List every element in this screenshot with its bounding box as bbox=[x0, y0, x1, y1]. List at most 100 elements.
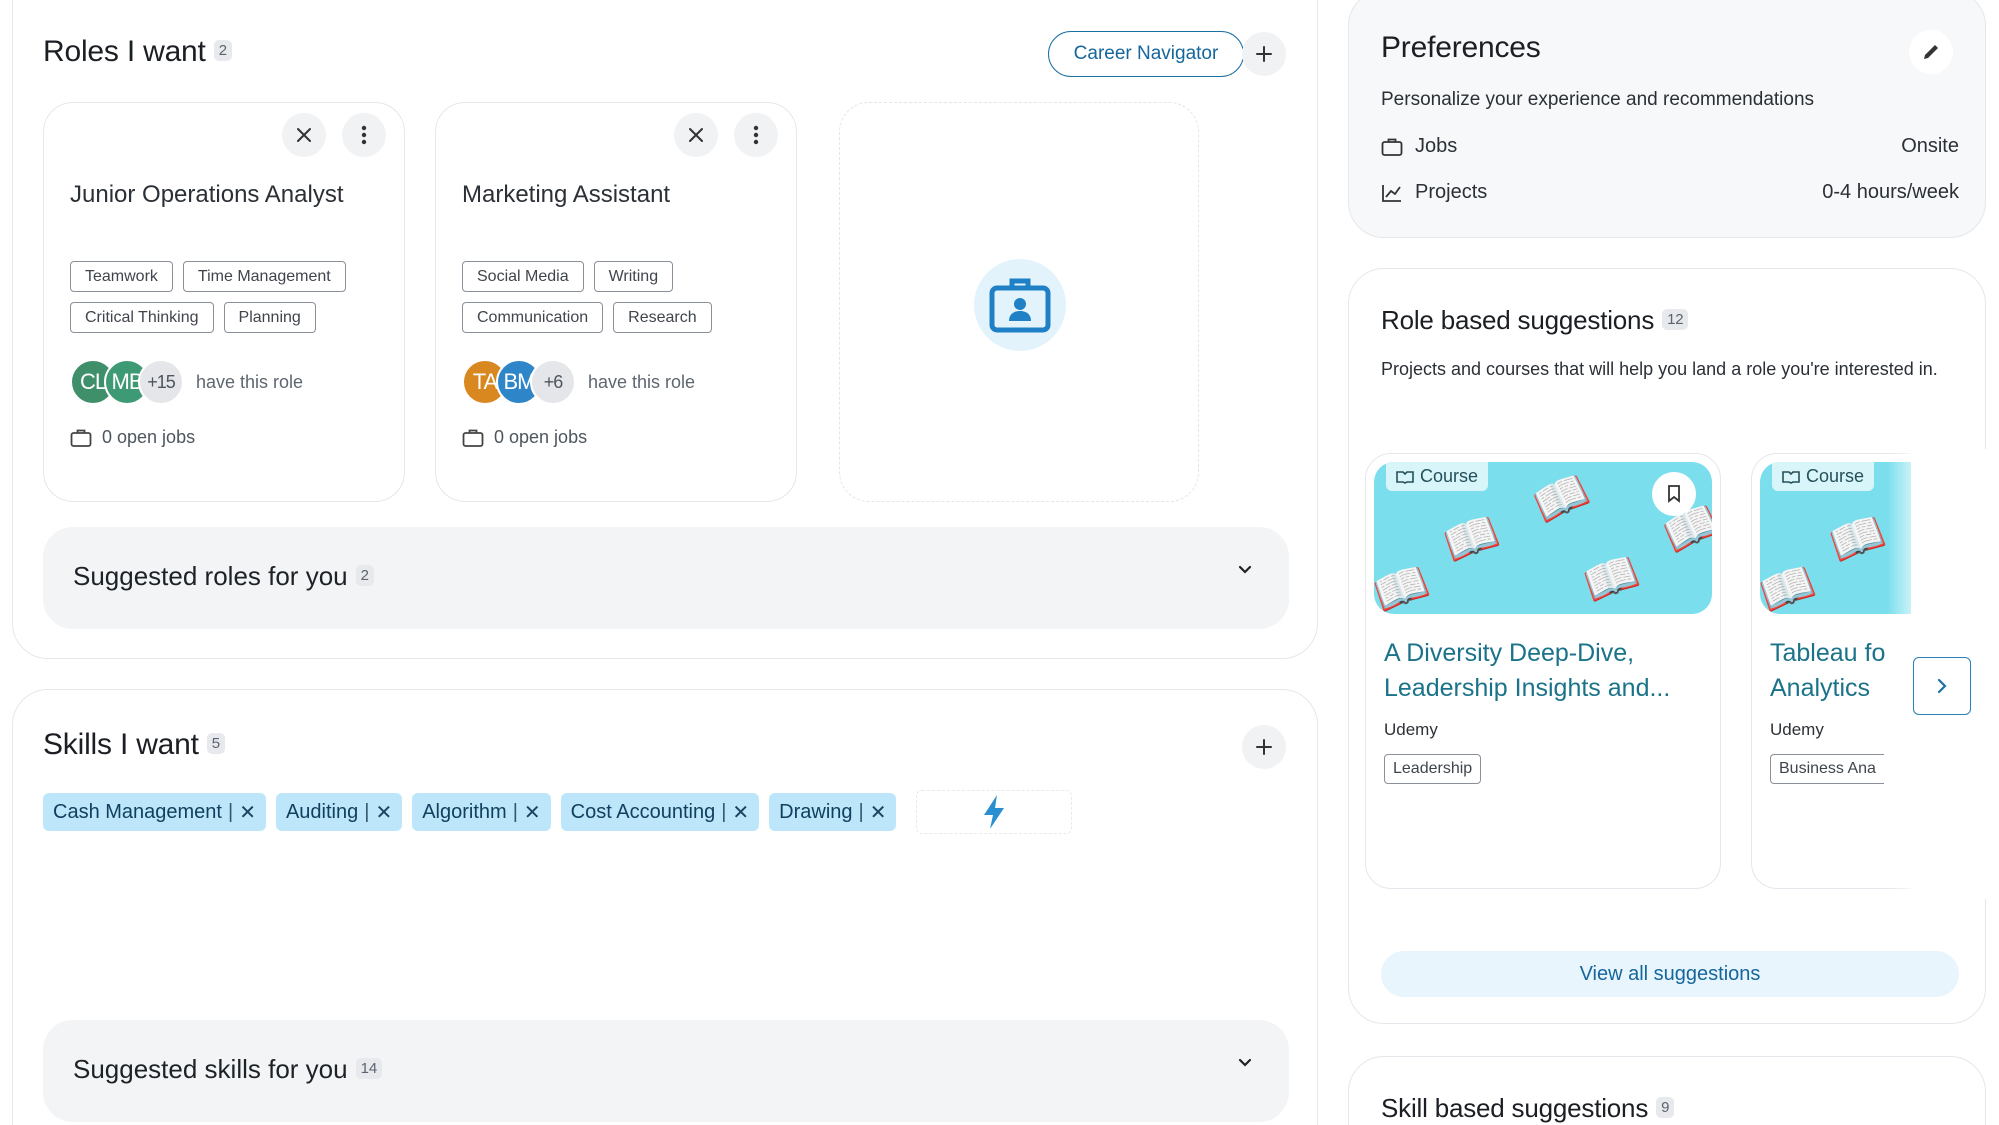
book-icon: 📖 bbox=[1374, 556, 1436, 614]
roles-count-badge: 2 bbox=[213, 39, 232, 61]
skill-chip-label: Cost Accounting bbox=[570, 800, 716, 823]
lightning-icon bbox=[984, 795, 1005, 829]
book-open-icon bbox=[1396, 470, 1414, 484]
skill-chip-label: Cash Management bbox=[53, 800, 222, 823]
skills-panel: Skills I want 5 Cash Management | ✕ Auditin… bbox=[12, 689, 1318, 1125]
course-type-label: Course bbox=[1806, 466, 1865, 486]
remove-chip-icon[interactable]: ✕ bbox=[375, 800, 392, 825]
course-title-line: A Diversity Deep-Dive, bbox=[1384, 639, 1635, 667]
remove-role-button[interactable] bbox=[282, 113, 326, 157]
skill-chip-label: Drawing bbox=[779, 800, 853, 823]
course-title-line: Leadership Insights and... bbox=[1384, 674, 1671, 702]
book-icon: 📖 bbox=[1526, 464, 1597, 533]
bookmark-button[interactable] bbox=[1652, 472, 1696, 516]
add-skill-button[interactable] bbox=[1242, 725, 1286, 769]
add-role-button[interactable] bbox=[1242, 32, 1286, 76]
suggested-roles-accordion[interactable]: Suggested roles for you 2 bbox=[43, 527, 1289, 629]
skills-title: Skills I want 5 bbox=[43, 728, 225, 762]
skill-tag: Time Management bbox=[182, 261, 346, 292]
skill-chip[interactable]: Auditing | ✕ bbox=[275, 793, 403, 831]
preference-value: 0-4 hours/week bbox=[1822, 181, 1959, 203]
suggested-roles-label: Suggested roles for you 2 bbox=[73, 561, 374, 592]
skill-chip[interactable]: Cash Management | ✕ bbox=[43, 793, 266, 831]
suggested-skills-accordion[interactable]: Suggested skills for you 14 bbox=[43, 1020, 1289, 1122]
career-navigator-button[interactable]: Career Navigator bbox=[1048, 31, 1244, 77]
course-type-badge: Course bbox=[1386, 462, 1489, 491]
carousel-next-button[interactable] bbox=[1913, 657, 1971, 715]
course-provider: Udemy bbox=[1770, 720, 1824, 739]
book-icon: 📖 bbox=[1577, 546, 1646, 611]
preferences-subtitle: Personalize your experience and recommen… bbox=[1381, 89, 1815, 110]
skills-count-badge: 5 bbox=[206, 732, 225, 754]
avatar-more-count: +15 bbox=[138, 359, 184, 405]
skill-suggestions-title: Skill based suggestions 9 bbox=[1381, 1093, 1675, 1124]
course-banner: 📖 📖 📖 📖 📖 Course bbox=[1374, 462, 1712, 614]
role-card[interactable]: Marketing Assistant Social Media Writing… bbox=[435, 102, 797, 502]
skill-suggestions-count: 9 bbox=[1656, 1096, 1675, 1118]
add-role-card[interactable] bbox=[839, 102, 1199, 502]
more-vertical-icon bbox=[753, 125, 759, 145]
skill-tag: Social Media bbox=[462, 261, 584, 292]
briefcase-icon bbox=[70, 429, 92, 447]
close-icon bbox=[689, 128, 703, 142]
chevron-down-icon bbox=[1238, 1058, 1252, 1067]
skill-chips: Cash Management | ✕ Auditing | ✕ Algorithm | ✕… bbox=[43, 790, 1073, 834]
preference-label: Projects bbox=[1415, 181, 1488, 203]
skill-chip[interactable]: Drawing | ✕ bbox=[769, 793, 897, 831]
remove-chip-icon[interactable]: ✕ bbox=[870, 800, 887, 825]
preference-row-jobs: Jobs Onsite bbox=[1381, 135, 1959, 158]
edit-preferences-button[interactable] bbox=[1909, 30, 1953, 74]
preferences-title: Preferences bbox=[1381, 31, 1541, 64]
remove-chip-icon[interactable]: ✕ bbox=[524, 800, 541, 825]
close-icon bbox=[297, 128, 311, 142]
skill-chip-label: Algorithm bbox=[422, 800, 507, 823]
role-holders-avatars[interactable]: TA BM +6 have this role bbox=[462, 359, 695, 405]
course-card[interactable]: 📖 📖 📖 📖 📖 Course A Diversity Deep-Dive, … bbox=[1365, 453, 1721, 889]
open-jobs-text: 0 open jobs bbox=[494, 427, 588, 447]
skill-chip-label: Auditing bbox=[285, 800, 359, 823]
suggested-roles-text: Suggested roles for you bbox=[73, 561, 348, 591]
role-suggestions-title: Role based suggestions 12 bbox=[1381, 305, 1689, 336]
plus-icon bbox=[1256, 739, 1272, 755]
role-title: Marketing Assistant bbox=[462, 181, 671, 208]
course-type-label: Course bbox=[1420, 466, 1479, 486]
pencil-icon bbox=[1924, 45, 1938, 59]
skill-chip[interactable]: Algorithm | ✕ bbox=[412, 793, 551, 831]
role-suggestions-panel: Role based suggestions 12 Projects and co… bbox=[1348, 268, 1987, 1024]
view-all-suggestions-button[interactable]: View all suggestions bbox=[1381, 951, 1959, 997]
role-title: Junior Operations Analyst bbox=[70, 181, 344, 208]
course-skill-tag: Leadership bbox=[1384, 754, 1482, 784]
skill-tag: Critical Thinking bbox=[70, 302, 214, 333]
id-badge-icon bbox=[974, 259, 1066, 351]
role-holders-avatars[interactable]: CL MB +15 have this role bbox=[70, 359, 303, 405]
remove-role-button[interactable] bbox=[674, 113, 718, 157]
course-type-badge: Course bbox=[1772, 462, 1875, 491]
skill-chip[interactable]: Cost Accounting | ✕ bbox=[560, 793, 760, 831]
role-card[interactable]: Junior Operations Analyst Teamwork Time … bbox=[43, 102, 405, 502]
roles-panel: Roles I want 2 Career Navigator Junior Op… bbox=[12, 0, 1318, 659]
role-skill-tags: Social Media Writing Communication Resea… bbox=[462, 261, 782, 333]
book-icon: 📖 bbox=[1823, 506, 1892, 571]
preference-label: Jobs bbox=[1415, 135, 1458, 157]
skill-tag: Communication bbox=[462, 302, 604, 333]
suggested-skills-count: 14 bbox=[355, 1057, 383, 1079]
open-jobs[interactable]: 0 open jobs bbox=[70, 427, 195, 448]
role-suggestions-count: 12 bbox=[1662, 308, 1689, 330]
more-vertical-icon bbox=[361, 125, 367, 145]
role-menu-button[interactable] bbox=[734, 113, 778, 157]
course-skill-tag: Business Ana bbox=[1770, 754, 1884, 784]
open-jobs[interactable]: 0 open jobs bbox=[462, 427, 587, 448]
skill-suggestions-panel: Skill based suggestions 9 bbox=[1348, 1056, 1986, 1125]
remove-chip-icon[interactable]: ✕ bbox=[732, 800, 749, 825]
remove-chip-icon[interactable]: ✕ bbox=[239, 800, 256, 825]
book-icon: 📖 bbox=[1437, 506, 1506, 571]
role-menu-button[interactable] bbox=[342, 113, 386, 157]
course-title[interactable]: A Diversity Deep-Dive, Leadership Insigh… bbox=[1384, 636, 1704, 706]
add-skill-chip[interactable] bbox=[916, 790, 1073, 834]
preference-row-projects: Projects 0-4 hours/week bbox=[1381, 181, 1959, 204]
skills-title-text: Skills I want bbox=[43, 728, 199, 761]
skill-tag: Planning bbox=[223, 302, 316, 333]
briefcase-icon bbox=[1381, 138, 1403, 156]
role-suggestions-title-text: Role based suggestions bbox=[1381, 305, 1655, 335]
skill-tag: Teamwork bbox=[70, 261, 173, 292]
